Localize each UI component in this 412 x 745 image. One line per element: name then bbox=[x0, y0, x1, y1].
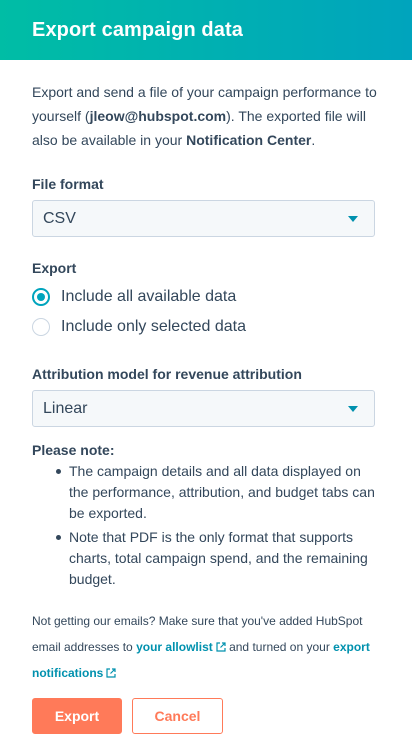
modal-footer: Export Cancel bbox=[32, 698, 223, 734]
cancel-button[interactable]: Cancel bbox=[132, 698, 223, 734]
radio-checked-icon[interactable] bbox=[32, 288, 50, 306]
allowlist-link[interactable]: your allowlist bbox=[136, 640, 226, 654]
allowlist-link-label: your allowlist bbox=[136, 640, 213, 654]
attribution-model-value: Linear bbox=[43, 399, 88, 417]
caret-down-icon bbox=[348, 406, 358, 412]
note-item: Note that PDF is the only format that su… bbox=[56, 527, 377, 590]
notification-center-label: Notification Center bbox=[186, 132, 312, 148]
modal-body: Export and send a file of your campaign … bbox=[32, 60, 377, 686]
user-email: jleow@hubspot.com bbox=[89, 108, 227, 124]
radio-include-selected-label: Include only selected data bbox=[61, 318, 247, 335]
modal-header: Export campaign data bbox=[0, 0, 412, 60]
export-button[interactable]: Export bbox=[32, 698, 122, 734]
note-item: The campaign details and all data displa… bbox=[56, 461, 377, 524]
modal-title: Export campaign data bbox=[32, 18, 243, 41]
radio-unchecked-icon[interactable] bbox=[32, 318, 50, 336]
external-link-icon bbox=[216, 642, 226, 652]
footer-note: Not getting our emails? Make sure that y… bbox=[32, 608, 377, 686]
caret-down-icon bbox=[348, 216, 358, 222]
external-link-icon bbox=[106, 668, 116, 678]
radio-include-selected[interactable]: Include only selected data bbox=[32, 312, 377, 342]
file-format-value: CSV bbox=[43, 209, 76, 227]
footer-text-2: and turned on your bbox=[225, 640, 334, 654]
export-label: Export bbox=[32, 260, 77, 276]
file-format-select[interactable]: CSV bbox=[32, 200, 375, 237]
notes-list: The campaign details and all data displa… bbox=[32, 461, 377, 590]
export-radio-group: Include all available data Include only … bbox=[32, 282, 377, 342]
notes-title: Please note: bbox=[32, 442, 115, 458]
intro-part-3: . bbox=[311, 132, 316, 148]
attribution-model-label: Attribution model for revenue attributio… bbox=[32, 366, 302, 382]
radio-include-all-label: Include all available data bbox=[61, 288, 237, 305]
intro-text: Export and send a file of your campaign … bbox=[32, 80, 377, 152]
file-format-label: File format bbox=[32, 176, 104, 192]
attribution-model-select[interactable]: Linear bbox=[32, 390, 375, 427]
radio-include-all[interactable]: Include all available data bbox=[32, 282, 377, 312]
